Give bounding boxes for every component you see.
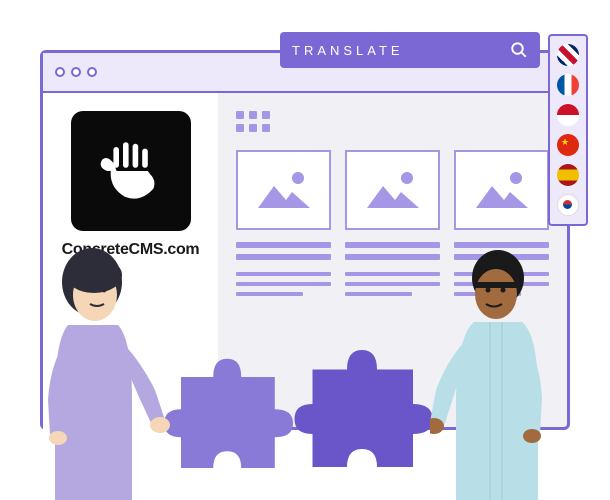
content-card [345,150,440,296]
translate-bar[interactable]: TRANSLATE [280,32,540,68]
window-dot [55,67,65,77]
flag-fr[interactable] [557,74,579,96]
image-placeholder [236,150,331,230]
content-card [236,150,331,296]
hand-icon [91,131,171,211]
image-placeholder [454,150,549,230]
flag-es[interactable] [557,164,579,186]
grid-icon [236,111,549,132]
puzzle-piece-dark [290,332,440,482]
image-placeholder [345,150,440,230]
flag-uk[interactable] [557,44,579,66]
logo-box [71,111,191,231]
search-icon[interactable] [510,41,528,59]
window-dot [87,67,97,77]
window-controls [55,67,97,77]
mountain-icon [472,166,532,214]
mountain-icon [254,166,314,214]
flag-kr[interactable] [557,194,579,216]
puzzle-piece-light [160,342,300,482]
flag-id[interactable] [557,104,579,126]
person-left [20,240,170,500]
mountain-icon [363,166,423,214]
translate-label: TRANSLATE [292,43,404,58]
window-dot [71,67,81,77]
language-panel [548,34,588,226]
person-right [430,240,570,500]
flag-cn[interactable] [557,134,579,156]
